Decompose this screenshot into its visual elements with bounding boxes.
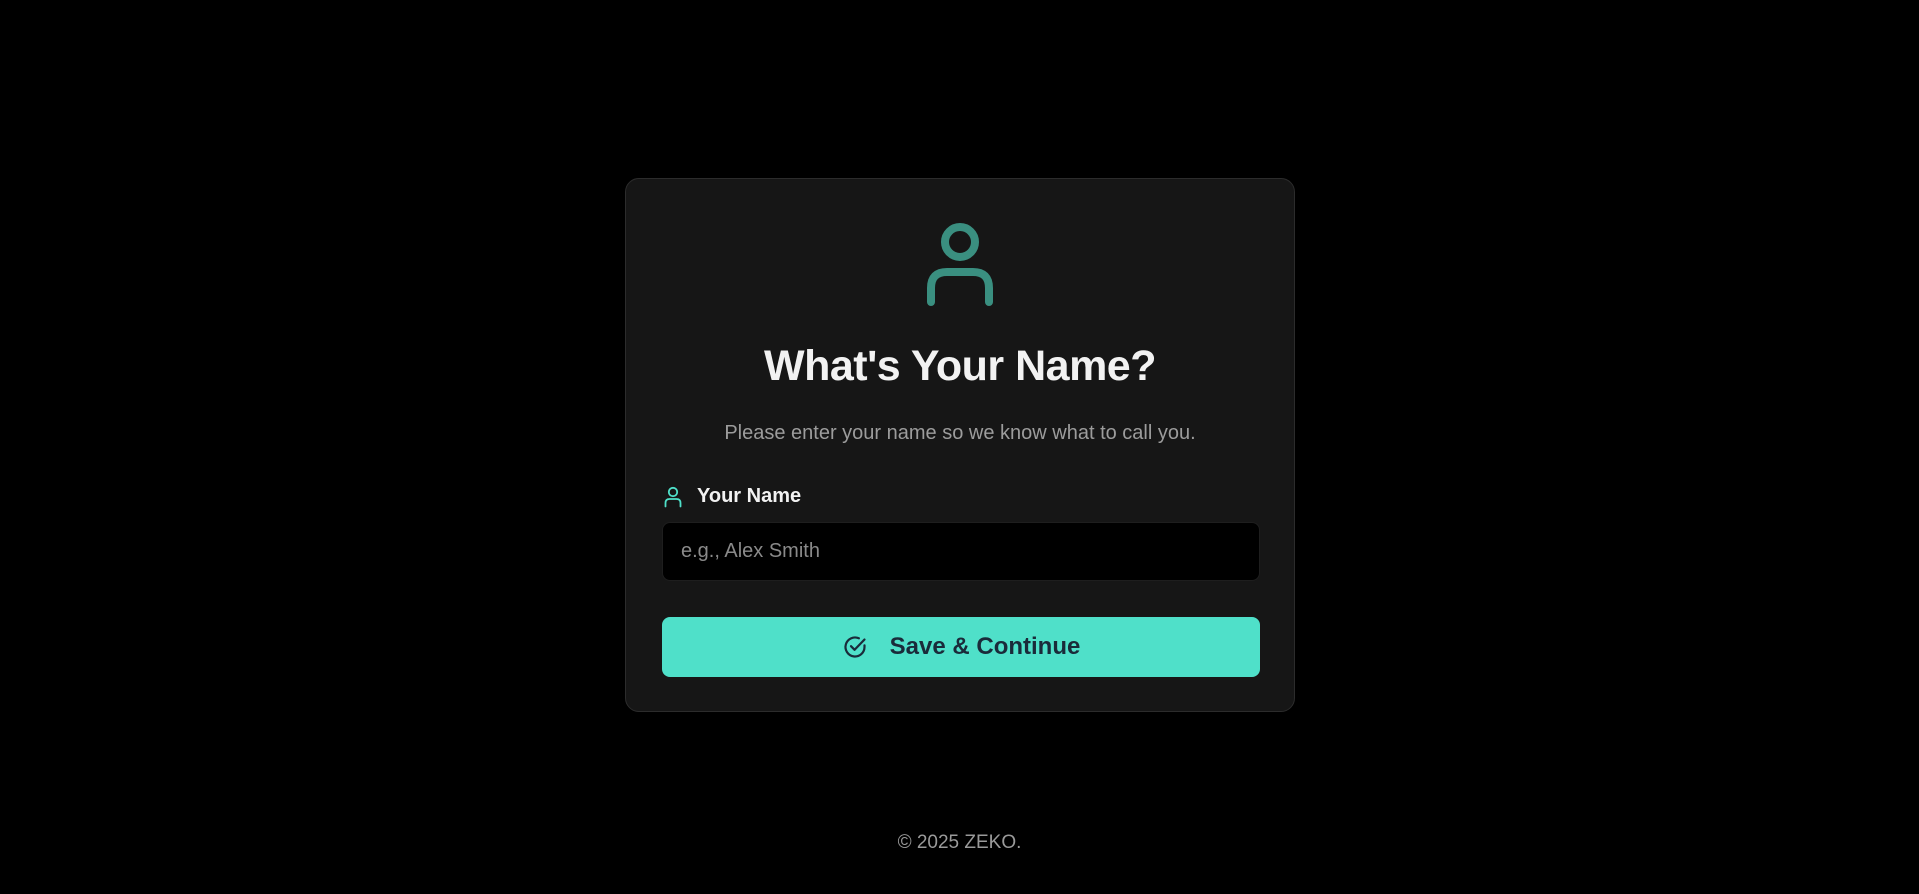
page-title: What's Your Name? xyxy=(764,342,1156,390)
footer-copyright: © 2025 ZEKO. xyxy=(897,832,1022,853)
name-form-card: What's Your Name? Please enter your name… xyxy=(625,178,1295,712)
check-circle-icon xyxy=(844,636,866,658)
name-field-label: Your Name xyxy=(663,485,801,508)
user-icon xyxy=(927,223,993,306)
name-input[interactable] xyxy=(662,522,1260,581)
user-icon xyxy=(664,486,682,507)
save-continue-button[interactable]: Save & Continue xyxy=(662,617,1260,677)
name-field-label-text: Your Name xyxy=(697,485,802,507)
save-continue-label: Save & Continue xyxy=(889,633,1081,660)
page-subtitle: Please enter your name so we know what t… xyxy=(724,422,1196,444)
